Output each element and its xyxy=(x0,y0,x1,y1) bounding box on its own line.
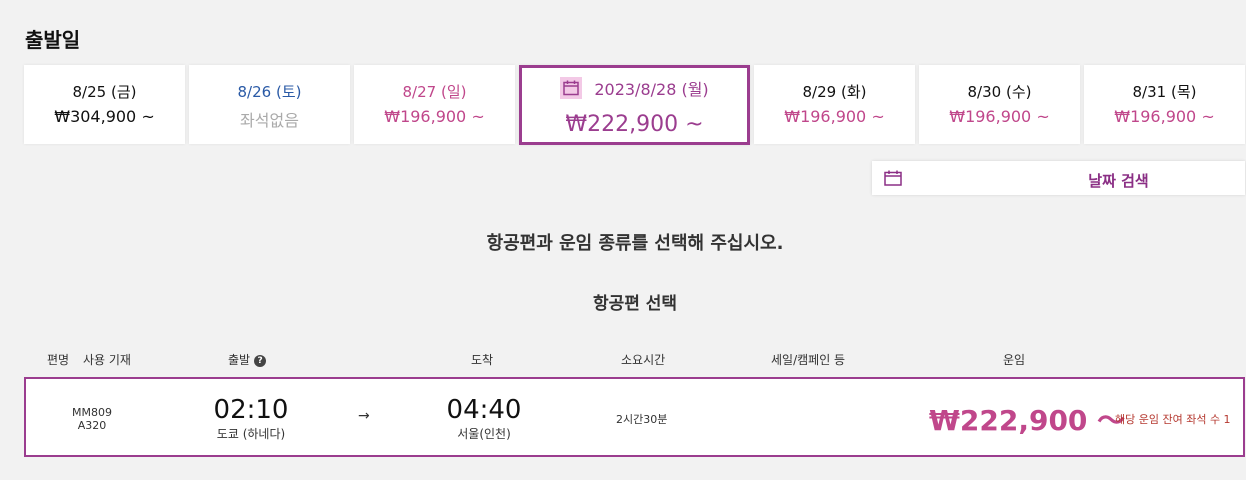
arrival-block: 04:40 서울(인천) xyxy=(439,395,529,442)
col-arrival: 도착 xyxy=(471,353,494,367)
calendar-icon xyxy=(560,77,583,99)
departure-date-title: 출발일 xyxy=(25,28,81,52)
date-price: ₩222,900 ~ xyxy=(565,112,704,137)
col-aircraft: 사용 기재 xyxy=(83,353,131,367)
col-sale: 세일/캠페인 등 xyxy=(771,353,846,367)
flight-duration: 2시간30분 xyxy=(616,413,668,426)
aircraft-type: A320 xyxy=(77,419,107,432)
date-card-0830[interactable]: 8/30 (수) ₩196,900 ~ xyxy=(919,65,1080,144)
date-label: 8/30 (수) xyxy=(967,83,1032,101)
date-price: ₩196,900 ~ xyxy=(784,107,885,126)
remaining-seats: 해당 운임 잔여 좌석 수 1 xyxy=(1115,413,1231,426)
date-price: ₩196,900 ~ xyxy=(949,107,1050,126)
arrow-icon: → xyxy=(358,408,370,424)
fare-price[interactable]: ₩222,900 ～ xyxy=(929,399,1125,439)
col-duration: 소요시간 xyxy=(621,353,666,367)
date-label: 2023/8/28 (월) xyxy=(594,80,709,99)
date-card-0831[interactable]: 8/31 (목) ₩196,900 ~ xyxy=(1084,65,1245,144)
col-fare: 운임 xyxy=(1003,353,1026,367)
flight-number: MM809 xyxy=(72,406,112,419)
arrival-time: 04:40 xyxy=(446,395,522,425)
date-search-button[interactable]: 날짜 검색 xyxy=(872,161,1245,195)
flight-row[interactable]: MM809 A320 02:10 도쿄 (하네다) → 04:40 서울(인천)… xyxy=(24,377,1245,457)
date-label: 8/31 (목) xyxy=(1132,83,1197,101)
col-departure: 출발? xyxy=(228,351,267,368)
date-card-0826[interactable]: 8/26 (토) 좌석없음 xyxy=(189,65,350,144)
departure-time: 02:10 xyxy=(213,395,289,425)
date-label: 8/25 (금) xyxy=(72,83,137,101)
date-card-0827[interactable]: 8/27 (일) ₩196,900 ~ xyxy=(354,65,515,144)
help-icon[interactable]: ? xyxy=(254,354,267,367)
date-card-0825[interactable]: 8/25 (금) ₩304,900 ~ xyxy=(24,65,185,144)
date-label: 8/26 (토) xyxy=(237,83,302,101)
date-price: ₩196,900 ~ xyxy=(384,107,485,126)
arrival-place: 서울(인천) xyxy=(457,427,511,441)
col-departure-label: 출발 xyxy=(228,353,251,367)
departure-place: 도쿄 (하네다) xyxy=(216,427,286,441)
date-search-label: 날짜 검색 xyxy=(1088,172,1149,190)
date-price: ₩196,900 ~ xyxy=(1114,107,1215,126)
instruction-text: 항공편과 운임 종류를 선택해 주십시오. xyxy=(486,233,784,254)
date-card-0829[interactable]: 8/29 (화) ₩196,900 ~ xyxy=(754,65,915,144)
flight-select-title: 항공편 선택 xyxy=(592,294,678,314)
flight-number-block: MM809 A320 xyxy=(72,406,112,432)
departure-block: 02:10 도쿄 (하네다) xyxy=(206,395,296,442)
date-price: 좌석없음 xyxy=(240,111,299,130)
date-label: 8/29 (화) xyxy=(802,83,867,101)
date-card-0828-selected[interactable]: 2023/8/28 (월) ₩222,900 ~ xyxy=(519,65,750,145)
date-price: ₩304,900 ~ xyxy=(54,107,155,126)
col-flight-no: 편명 xyxy=(47,353,70,367)
date-label: 8/27 (일) xyxy=(402,83,467,101)
